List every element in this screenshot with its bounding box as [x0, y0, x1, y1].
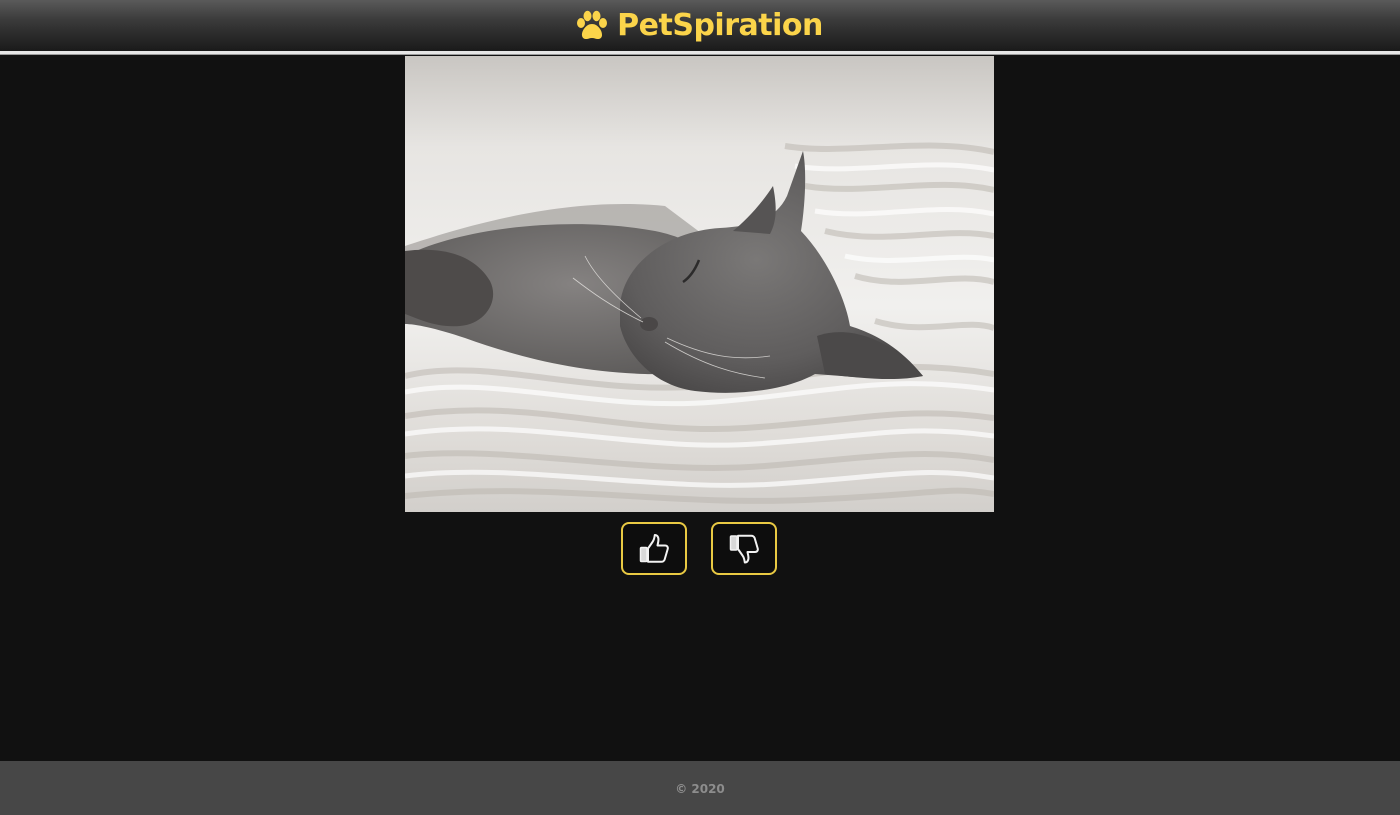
brand-name: PetSpiration — [617, 7, 823, 43]
site-header: PetSpiration — [0, 0, 1400, 51]
site-footer: © 2020 — [0, 761, 1400, 815]
pet-photo — [405, 56, 994, 512]
thumbs-up-icon — [639, 533, 669, 563]
copyright-text: © 2020 — [675, 782, 725, 796]
thumbs-down-icon — [729, 534, 759, 563]
like-button[interactable] — [621, 522, 687, 575]
brand-logo[interactable]: PetSpiration — [575, 10, 823, 42]
paw-icon — [577, 10, 608, 39]
cat-photo-illustration — [405, 56, 994, 512]
vote-actions — [0, 522, 1400, 576]
page: PetSpiration © 2020 — [0, 0, 1400, 815]
dislike-button[interactable] — [711, 522, 777, 575]
header-divider — [0, 51, 1400, 55]
